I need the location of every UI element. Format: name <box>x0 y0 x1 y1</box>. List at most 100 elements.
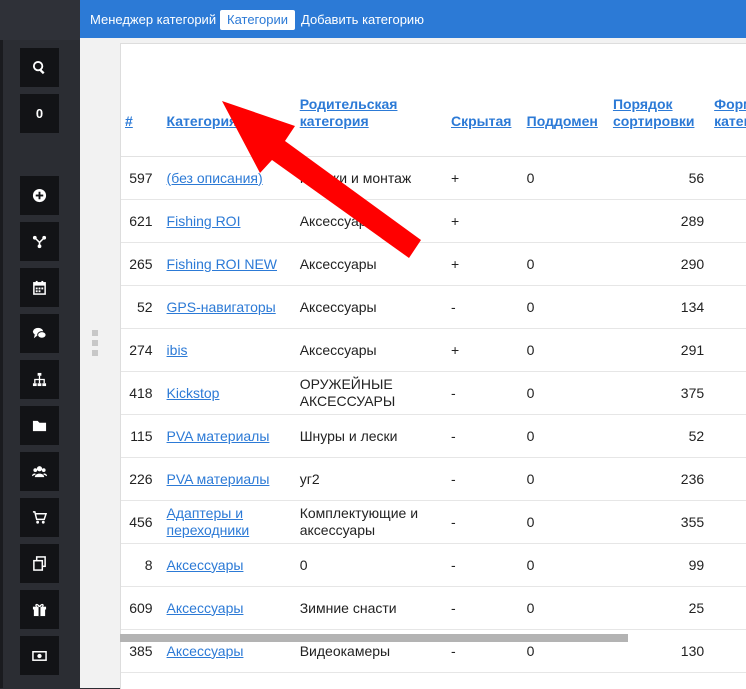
folder-button[interactable] <box>20 406 59 445</box>
category-link[interactable]: Fishing ROI <box>167 213 241 229</box>
row-subdomain: 0 <box>523 372 609 415</box>
row-parent: Зимние снасти <box>296 587 447 630</box>
col-formula-header[interactable]: Формула категории <box>710 44 746 157</box>
col-id-header[interactable]: # <box>121 44 163 157</box>
sidebar-edge <box>0 0 3 688</box>
sort-by-hidden-link[interactable]: Скрытая <box>451 113 511 129</box>
cart-icon <box>32 510 47 525</box>
horizontal-scrollbar[interactable] <box>120 634 628 642</box>
row-parent: Комплектующие и аксессуары <box>296 501 447 544</box>
category-link[interactable]: Адаптеры и переходники <box>167 505 250 538</box>
row-id: 52 <box>121 286 163 329</box>
row-hidden: - <box>447 673 523 689</box>
money-button[interactable] <box>20 636 59 675</box>
category-link[interactable]: Kickstop <box>167 385 220 401</box>
table-row: 597(без описания)Крючки и монтаж+056 <box>121 157 746 200</box>
col-hidden-header[interactable]: Скрытая <box>447 44 523 157</box>
plus-circle-icon <box>32 188 47 203</box>
cart-button[interactable] <box>20 498 59 537</box>
categories-table: # Категория Родительская категория Скрыт… <box>121 44 746 689</box>
row-parent: Шнуры и лески <box>296 415 447 458</box>
col-category-header[interactable]: Категория <box>163 44 296 157</box>
category-link[interactable]: GPS-навигаторы <box>167 299 276 315</box>
row-parent: уг2 <box>296 458 447 501</box>
add-button[interactable] <box>20 176 59 215</box>
row-formula <box>710 630 746 673</box>
row-formula <box>710 501 746 544</box>
gift-button[interactable] <box>20 590 59 629</box>
col-subdomain-header[interactable]: Поддомен <box>523 44 609 157</box>
comments-button[interactable] <box>20 314 59 353</box>
row-formula <box>710 243 746 286</box>
row-subdomain: 0 <box>523 415 609 458</box>
row-subdomain: 0 <box>523 157 609 200</box>
table-row: 8Аксессуары0-099 <box>121 544 746 587</box>
gift-icon <box>32 602 47 617</box>
row-formula <box>710 372 746 415</box>
row-id: 149 <box>121 673 163 689</box>
row-subdomain: 0 <box>523 673 609 689</box>
category-link[interactable]: PVA материалы <box>167 428 270 444</box>
category-link[interactable]: Аксессуары <box>167 686 244 689</box>
calendar-button[interactable] <box>20 268 59 307</box>
row-category: (без описания) <box>163 157 296 200</box>
resize-handle[interactable] <box>92 330 99 360</box>
row-hidden: + <box>447 157 523 200</box>
row-hidden: + <box>447 200 523 243</box>
row-subdomain: 0 <box>523 501 609 544</box>
category-link[interactable]: ibis <box>167 342 188 358</box>
comments-icon <box>32 326 47 341</box>
row-subdomain: 0 <box>523 329 609 372</box>
tab-add-category[interactable]: Добавить категорию <box>294 10 431 30</box>
row-hidden: - <box>447 415 523 458</box>
row-id: 621 <box>121 200 163 243</box>
row-hidden: - <box>447 286 523 329</box>
category-link[interactable]: PVA материалы <box>167 471 270 487</box>
row-formula <box>710 544 746 587</box>
row-id: 597 <box>121 157 163 200</box>
row-sort-order: 25 <box>609 587 710 630</box>
row-sort-order: 52 <box>609 415 710 458</box>
sort-by-parent-link[interactable]: Родительская категория <box>300 96 398 129</box>
sort-by-category-link[interactable]: Категория <box>167 113 238 129</box>
category-link[interactable]: Аксессуары <box>167 600 244 616</box>
tab-categories[interactable]: Категории <box>220 10 295 30</box>
users-button[interactable] <box>20 452 59 491</box>
row-sort-order: 375 <box>609 372 710 415</box>
row-formula <box>710 458 746 501</box>
sort-by-subdomain-link[interactable]: Поддомен <box>527 113 598 129</box>
sort-by-order-link[interactable]: Порядок сортировки <box>613 96 695 129</box>
row-id: 265 <box>121 243 163 286</box>
col-parent-header[interactable]: Родительская категория <box>296 44 447 157</box>
share-button[interactable] <box>20 222 59 261</box>
category-link[interactable]: Аксессуары <box>167 643 244 659</box>
row-parent: Крючки и монтаж <box>296 157 447 200</box>
row-parent: 0 <box>296 544 447 587</box>
col-sort-header[interactable]: Порядок сортировки <box>609 44 710 157</box>
copy-button[interactable] <box>20 544 59 583</box>
row-sort-order: 355 <box>609 501 710 544</box>
row-sort-order: 99 <box>609 544 710 587</box>
table-row: 456Адаптеры и переходникиКомплектующие и… <box>121 501 746 544</box>
row-hidden: + <box>447 243 523 286</box>
category-link[interactable]: Fishing ROI NEW <box>167 256 277 272</box>
row-category: Fishing ROI <box>163 200 296 243</box>
row-parent: Аксессуары <box>296 243 447 286</box>
counter-badge[interactable]: 0 <box>20 94 59 133</box>
sitemap-button[interactable] <box>20 360 59 399</box>
category-link[interactable]: (без описания) <box>167 170 263 186</box>
sort-by-formula-link[interactable]: Формула категории <box>714 96 746 129</box>
category-link[interactable]: Аксессуары <box>167 557 244 573</box>
row-formula <box>710 286 746 329</box>
row-hidden: - <box>447 544 523 587</box>
row-category: Адаптеры и переходники <box>163 501 296 544</box>
left-sidebar: 0 <box>0 0 80 688</box>
tab-category-manager[interactable]: Менеджер категорий <box>83 10 223 30</box>
row-category: GPS-навигаторы <box>163 286 296 329</box>
sort-by-id-link[interactable]: # <box>125 113 133 129</box>
table-row: 418KickstopОРУЖЕЙНЫЕ АКСЕССУАРЫ-0375 <box>121 372 746 415</box>
search-button[interactable] <box>20 48 59 87</box>
row-id: 609 <box>121 587 163 630</box>
table-row: 609АксессуарыЗимние снасти-025 <box>121 587 746 630</box>
categories-panel: # Категория Родительская категория Скрыт… <box>120 43 746 689</box>
